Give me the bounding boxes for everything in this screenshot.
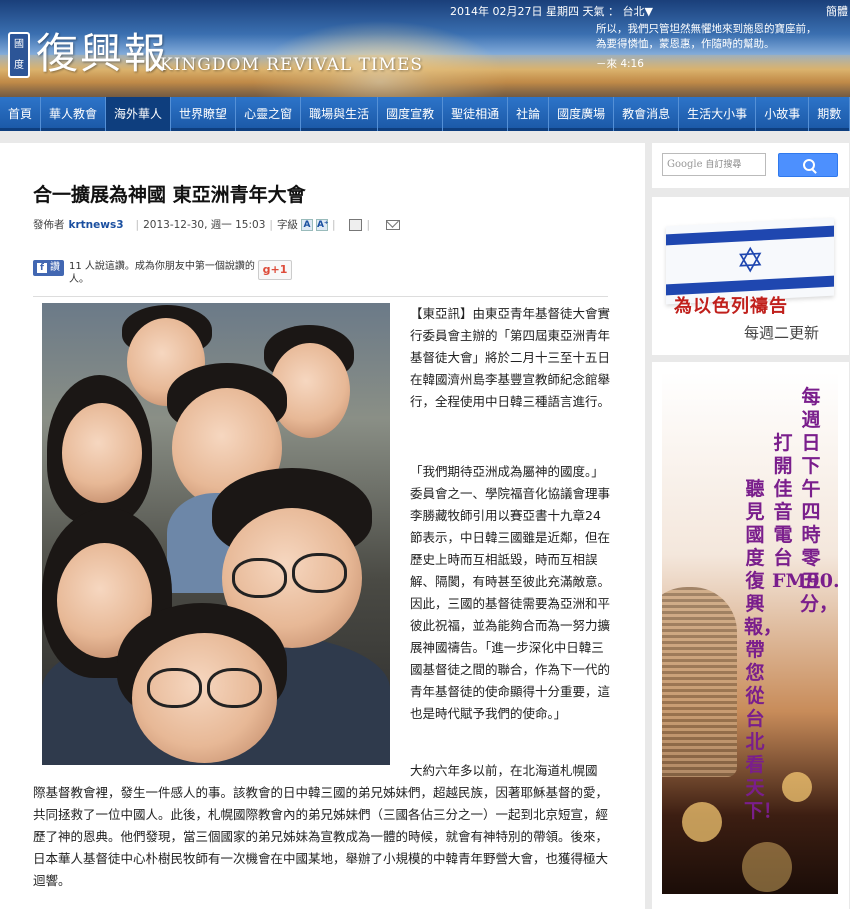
pray-for-israel-banner[interactable]: ✡ 為以色列禱告 每週二更新 xyxy=(652,197,849,355)
author-link[interactable]: krtnews3 xyxy=(69,219,124,231)
nav-item[interactable]: 期數 xyxy=(809,97,850,131)
search-brand: Google xyxy=(667,159,703,170)
israel-banner-title: 為以色列禱告 xyxy=(674,296,788,317)
nav-item[interactable]: 職場與生活 xyxy=(301,97,379,131)
header-verse-ref: －來 4:16 xyxy=(596,58,644,70)
nav-item[interactable]: 首頁 xyxy=(0,97,42,131)
article-title: 合一擴展為神國 東亞洲青年大會 xyxy=(33,184,306,206)
meta-separator: | xyxy=(331,218,336,231)
nav-item[interactable]: 生活大小事 xyxy=(679,97,757,131)
meta-separator: | xyxy=(135,218,140,231)
article-paragraph-3: 際基督教會裡，發生一件感人的事。該教會的日中韓三國的弟兄姊妹們，超越民族，因著耶… xyxy=(33,785,609,888)
search-input[interactable]: Google 自訂搜尋 xyxy=(662,153,766,176)
radio-banner-image: 每週日下午四時零五分， 打開佳音電台FM90.9， 聽見國度復興報，帶您從台北看… xyxy=(662,372,838,894)
facebook-like-label: 讚 xyxy=(50,262,60,273)
date-weather-line[interactable]: 2014年 02月27日 星期四 天氣 ： 台北▼ xyxy=(450,3,653,19)
font-smaller-button[interactable]: A xyxy=(300,218,313,231)
logo-badge-top: 國 xyxy=(14,39,24,50)
nav-item[interactable]: 小故事 xyxy=(756,97,810,131)
nav-item[interactable]: 聖徒相通 xyxy=(443,97,509,131)
main-nav: 首頁 華人教會 海外華人 世界瞭望 心靈之窗 職場與生活 國度宣教 聖徒相通 社論 國度廣場 教會消… xyxy=(0,97,850,131)
article-paragraph-2: 「我們期待亞洲成為屬神的國度。」委員會之一、學院福音化協議會理事李勝藏牧師引用以… xyxy=(410,464,611,721)
header-banner: 國 度 復興報 KINGDOM REVIVAL TIMES 2014年 02月2… xyxy=(0,0,850,97)
font-size-label: 字級 xyxy=(276,219,298,231)
simplified-chinese-link[interactable]: 簡體 xyxy=(826,3,848,19)
radio-banner[interactable]: 每週日下午四時零五分， 打開佳音電台FM90.9， 聽見國度復興報，帶您從台北看… xyxy=(652,362,849,909)
article-meta: 發佈者 krtnews3 | 2013-12-30, 週一 15:03 | 字級… xyxy=(33,217,401,232)
israel-banner-subtitle: 每週二更新 xyxy=(744,324,820,342)
site-logo-badge[interactable]: 國 度 xyxy=(8,32,30,78)
facebook-icon: f xyxy=(37,263,47,273)
post-date: 2013-12-30, 週一 15:03 xyxy=(143,219,266,231)
nav-item[interactable]: 教會消息 xyxy=(614,97,680,131)
nav-item[interactable]: 國度廣場 xyxy=(549,97,615,131)
radio-text-col-3: 聽見國度復興報，帶您從台北看天下！ xyxy=(744,478,783,822)
font-larger-button[interactable]: A⁺ xyxy=(315,218,329,231)
search-placeholder: 自訂搜尋 xyxy=(705,160,742,170)
nav-item[interactable]: 華人教會 xyxy=(41,97,107,131)
nav-item[interactable]: 國度宣教 xyxy=(378,97,444,131)
radio-text-col-2: 打開佳音電台FM90.9， xyxy=(772,432,838,592)
search-button[interactable] xyxy=(778,153,838,177)
facebook-like-button[interactable]: f 讚 xyxy=(33,260,64,276)
article-panel: 合一擴展為神國 東亞洲青年大會 發佈者 krtnews3 | 2013-12-3… xyxy=(0,143,645,909)
header-verse: 所以，我們只管坦然無懼地來到施恩的寶座前，為要得憐恤，蒙恩惠，作隨時的幫助。 xyxy=(596,23,817,50)
nav-item[interactable]: 心靈之窗 xyxy=(236,97,302,131)
facebook-like-count: 11 人說這讚。成為你朋友中第一個說讚的人。 xyxy=(69,261,255,285)
nav-item[interactable]: 世界瞭望 xyxy=(171,97,237,131)
article-divider xyxy=(33,296,608,297)
site-logo-english: KINGDOM REVIVAL TIMES xyxy=(160,55,424,75)
email-icon[interactable] xyxy=(386,219,401,230)
logo-badge-bottom: 度 xyxy=(14,60,24,71)
article-paragraph-1: 【東亞訊】由東亞青年基督徒大會實行委員會主辦的「第四屆東亞洲青年基督徒大會」將於… xyxy=(410,306,611,409)
meta-separator: | xyxy=(269,218,273,231)
article-photo xyxy=(42,303,390,765)
facebook-like-widget: f 讚 11 人說這讚。成為你朋友中第一個說讚的人。 xyxy=(33,260,259,286)
author-label: 發佈者 xyxy=(33,219,65,231)
microphone-icon xyxy=(662,587,737,777)
nav-item[interactable]: 社論 xyxy=(508,97,550,131)
meta-separator: | xyxy=(366,218,371,231)
article-paragraph-3-first: 大約六年多以前，在北海道札幌國 xyxy=(410,763,598,778)
sidebar-search-box: Google 自訂搜尋 xyxy=(652,143,849,188)
site-logo[interactable]: 復興報 xyxy=(36,20,168,81)
nav-item[interactable]: 海外華人 xyxy=(106,97,172,131)
google-plus-button[interactable]: g+1 xyxy=(258,260,292,280)
print-icon[interactable] xyxy=(349,218,363,231)
